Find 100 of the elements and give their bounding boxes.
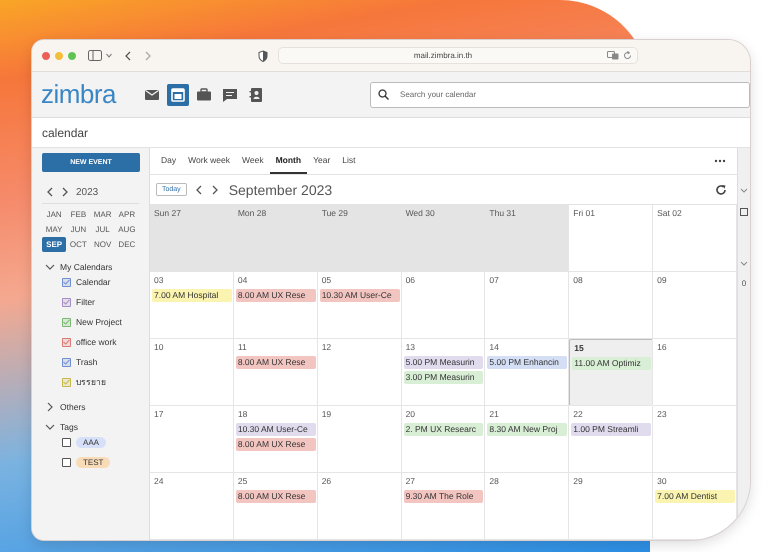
day-cell[interactable]: Tue 29: [318, 205, 402, 272]
event-chip[interactable]: 5.00 PM Enhancin: [487, 356, 568, 369]
tag-label[interactable]: AAA: [76, 436, 106, 448]
month-button[interactable]: MAY: [42, 222, 66, 237]
day-cell[interactable]: 15 11.00 AM Optimiz: [569, 339, 654, 406]
refresh-icon[interactable]: [715, 184, 727, 196]
event-chip[interactable]: 8.00 AM UX Rese: [236, 490, 316, 503]
view-tab[interactable]: Work week: [182, 148, 236, 174]
event-chip[interactable]: 5.00 PM Measurin: [404, 356, 484, 369]
section-header[interactable]: Tags: [42, 422, 139, 432]
day-cell[interactable]: 14 5.00 PM Enhancin: [485, 339, 570, 406]
day-cell[interactable]: 10: [150, 339, 234, 406]
event-chip[interactable]: 11.00 AM Optimiz: [572, 357, 652, 370]
month-button[interactable]: NOV: [90, 237, 115, 252]
date-label: Tue 29: [320, 208, 349, 218]
day-cell[interactable]: 06: [402, 272, 486, 339]
day-cell[interactable]: Fri 01: [569, 205, 654, 272]
event-chip[interactable]: 8.00 AM UX Rese: [236, 438, 316, 451]
day-cell[interactable]: 24: [150, 473, 234, 540]
zimbra-logo[interactable]: zimbra: [41, 79, 141, 110]
chevron-right-icon: [45, 402, 55, 412]
view-tab[interactable]: Day: [155, 148, 182, 174]
view-tab[interactable]: Week: [236, 148, 270, 174]
back-icon[interactable]: [124, 50, 132, 62]
day-cell[interactable]: 12: [318, 339, 402, 406]
month-button[interactable]: FEB: [66, 207, 90, 222]
event-chip[interactable]: 7.00 AM Hospital: [152, 289, 232, 302]
reload-icon[interactable]: [623, 51, 632, 60]
translate-icon[interactable]: [607, 51, 619, 60]
previous-year-icon[interactable]: [46, 186, 54, 198]
sidebar-toggle-icon[interactable]: [88, 50, 102, 61]
day-cell[interactable]: 18 10.30 AM User-Ce 8.00 AM UX Rese: [234, 406, 318, 473]
tag-label[interactable]: TEST: [76, 456, 110, 468]
checkbox[interactable]: [62, 378, 71, 386]
previous-month-icon[interactable]: [194, 184, 203, 196]
checkbox[interactable]: [62, 358, 71, 366]
checkbox[interactable]: [62, 438, 71, 446]
event-chip[interactable]: 1.00 PM Streamli: [571, 423, 652, 436]
more-icon[interactable]: [714, 159, 726, 163]
address-bar[interactable]: mail.zimbra.in.th: [278, 47, 638, 64]
month-button[interactable]: JAN: [42, 207, 66, 222]
day-cell[interactable]: 13 5.00 PM Measurin 3.00 PM Measurin: [402, 339, 486, 406]
day-cell[interactable]: 21 8.30 AM New Proj: [485, 406, 570, 473]
section-header[interactable]: Others: [42, 402, 139, 412]
day-cell[interactable]: 30 7.00 AM Dentist: [653, 473, 737, 540]
close-button[interactable]: [42, 52, 50, 60]
calendar-tab[interactable]: [167, 84, 189, 106]
day-cell[interactable]: Wed 30: [402, 205, 486, 272]
day-cell[interactable]: 03 7.00 AM Hospital: [150, 272, 234, 339]
date-label: 25: [236, 476, 248, 486]
section-header[interactable]: My Calendars: [42, 262, 139, 272]
search-field[interactable]: Search your calendar: [370, 82, 750, 108]
view-tab[interactable]: Year: [307, 148, 336, 174]
day-cell[interactable]: Thu 31: [485, 205, 570, 272]
day-cell[interactable]: 27 9.30 AM The Role: [402, 473, 486, 540]
day-cell[interactable]: 17: [150, 406, 234, 473]
day-cell[interactable]: 20 2. PM UX Researc: [402, 406, 486, 473]
month-button[interactable]: MAR: [90, 207, 115, 222]
event-chip[interactable]: 10.30 AM User-Ce: [320, 289, 400, 302]
day-cell[interactable]: Sun 27: [150, 205, 234, 272]
day-cell[interactable]: Mon 28: [234, 205, 318, 272]
event-chip[interactable]: 8.00 AM UX Rese: [236, 356, 316, 369]
view-tab[interactable]: Month: [270, 148, 308, 174]
day-cell[interactable]: 07: [485, 272, 570, 339]
day-cell[interactable]: 29: [569, 473, 654, 540]
view-tab[interactable]: List: [336, 148, 362, 174]
date-label: 04: [236, 275, 248, 285]
month-button[interactable]: DEC: [114, 237, 139, 252]
date-label: 07: [488, 275, 500, 285]
month-button[interactable]: JUL: [90, 222, 115, 237]
month-button[interactable]: AUG: [114, 222, 139, 237]
checkbox[interactable]: [62, 278, 71, 286]
day-cell[interactable]: 19: [318, 406, 402, 473]
month-button[interactable]: SEP: [42, 237, 66, 252]
event-chip[interactable]: 10.30 AM User-Ce: [236, 423, 316, 436]
event-chip[interactable]: 7.00 AM Dentist: [655, 490, 735, 503]
day-cell[interactable]: 04 8.00 AM UX Rese: [234, 272, 318, 339]
checkbox[interactable]: [62, 298, 71, 306]
checkbox[interactable]: [62, 318, 71, 326]
checkbox[interactable]: [62, 338, 71, 346]
event-chip[interactable]: 3.00 PM Measurin: [404, 371, 484, 384]
day-cell[interactable]: 26: [318, 473, 402, 540]
event-chip[interactable]: 2. PM UX Researc: [404, 423, 484, 436]
checkbox-icon[interactable]: [740, 208, 748, 216]
month-button[interactable]: OCT: [66, 237, 90, 252]
day-cell[interactable]: 28: [485, 473, 570, 540]
day-cell[interactable]: 25 8.00 AM UX Rese: [234, 473, 318, 540]
month-button[interactable]: JUN: [66, 222, 90, 237]
shield-icon[interactable]: [258, 50, 268, 62]
day-cell[interactable]: 11 8.00 AM UX Rese: [234, 339, 318, 406]
event-chip[interactable]: 8.30 AM New Proj: [487, 423, 568, 436]
checkbox[interactable]: [62, 458, 71, 466]
next-year-icon[interactable]: [61, 186, 69, 198]
day-cell[interactable]: 05 10.30 AM User-Ce: [318, 272, 402, 339]
date-label: 10: [153, 342, 164, 352]
month-button[interactable]: APR: [114, 207, 139, 222]
next-month-icon[interactable]: [210, 184, 219, 196]
event-chip[interactable]: 9.30 AM The Role: [404, 490, 484, 503]
event-chip[interactable]: 8.00 AM UX Rese: [236, 289, 316, 302]
day-cell[interactable]: 22 1.00 PM Streamli: [569, 406, 654, 473]
